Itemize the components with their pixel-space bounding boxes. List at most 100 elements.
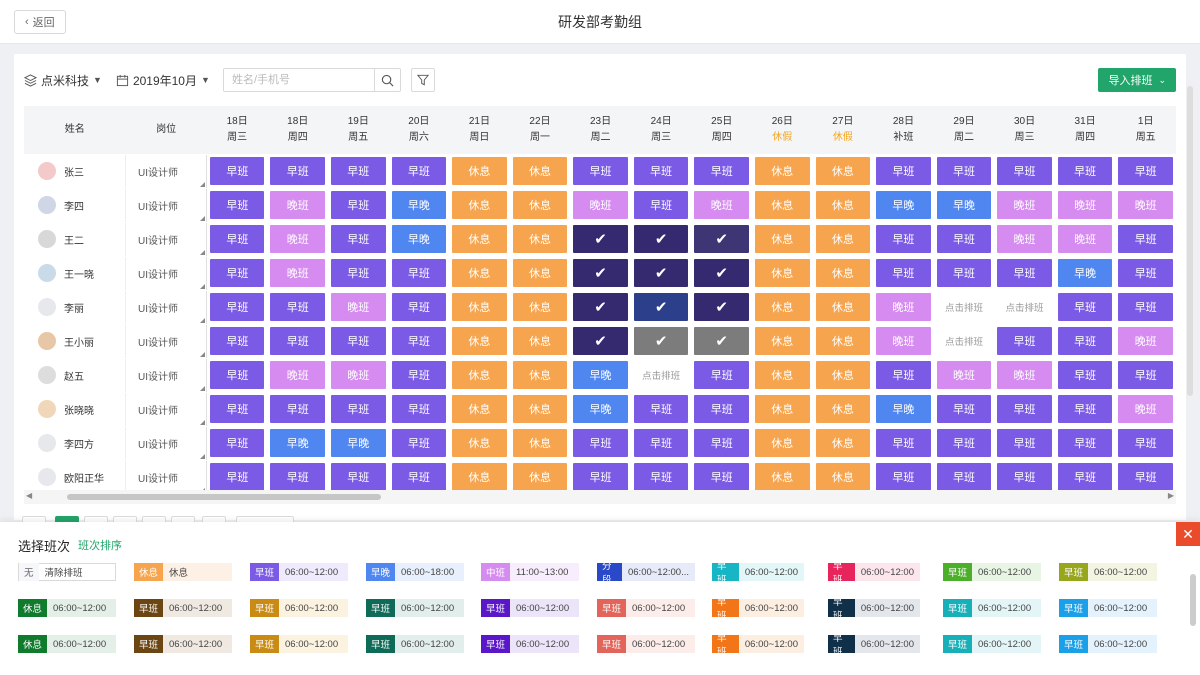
shift-cell[interactable]: 休息 bbox=[812, 154, 874, 189]
shift-tag[interactable]: 早班 bbox=[391, 395, 447, 423]
shift-cell[interactable]: 早班 bbox=[206, 222, 268, 257]
shift-tag[interactable]: 早班 bbox=[210, 361, 265, 389]
shift-tag[interactable]: 早班 bbox=[1057, 463, 1113, 491]
shift-tag[interactable]: 早班 bbox=[573, 463, 628, 491]
shift-tag[interactable]: 早班 bbox=[1118, 361, 1173, 389]
selected-shift-cell[interactable]: ✔ bbox=[573, 293, 628, 321]
shift-option[interactable]: 早班 06:00~12:00 bbox=[943, 635, 1041, 653]
shift-tag[interactable]: 早班 bbox=[391, 361, 447, 389]
shift-tag[interactable]: 早班 bbox=[573, 429, 628, 457]
shift-option[interactable]: 早班 06:00~12:00 bbox=[250, 635, 348, 653]
selected-shift-cell[interactable]: ✔ bbox=[573, 327, 628, 355]
shift-tag[interactable]: 休息 bbox=[815, 157, 871, 185]
selected-shift-cell[interactable]: ✔ bbox=[694, 259, 749, 287]
shift-cell[interactable]: 早班 bbox=[206, 324, 268, 359]
shift-cell[interactable]: 早班 bbox=[1115, 222, 1176, 257]
shift-tag[interactable]: 早班 bbox=[694, 361, 749, 389]
shift-cell[interactable]: 休息 bbox=[509, 154, 571, 189]
shift-option[interactable]: 早班 06:00~12:00 bbox=[134, 635, 232, 653]
shift-cell[interactable]: ✔ bbox=[630, 290, 692, 325]
shift-cell[interactable]: ✔ bbox=[570, 222, 631, 257]
selected-shift-cell[interactable]: ✔ bbox=[694, 293, 749, 321]
shift-tag[interactable]: 休息 bbox=[755, 361, 810, 389]
shift-option[interactable]: 早班 06:00~12:00 bbox=[943, 599, 1041, 617]
shift-tag[interactable]: 早班 bbox=[633, 157, 689, 185]
shift-cell[interactable]: 早班 bbox=[388, 426, 450, 461]
shift-tag[interactable]: 早晚 bbox=[876, 191, 931, 219]
shift-tag[interactable]: 晚班 bbox=[1057, 191, 1113, 219]
shift-tag[interactable]: 休息 bbox=[512, 191, 568, 219]
shift-cell[interactable]: ✔ bbox=[630, 256, 692, 291]
shift-tag[interactable]: 晚班 bbox=[876, 293, 931, 321]
shift-cell[interactable]: 休息 bbox=[449, 426, 510, 461]
shift-option[interactable]: 早班 06:00~12:00 bbox=[134, 599, 232, 617]
shift-cell[interactable]: 早班 bbox=[1054, 392, 1116, 427]
shift-tag[interactable]: 晚班 bbox=[331, 293, 386, 321]
shift-cell[interactable]: 晚班 bbox=[873, 290, 934, 325]
shift-sort-link[interactable]: 班次排序 bbox=[78, 537, 122, 553]
shift-tag[interactable]: 早班 bbox=[391, 429, 447, 457]
shift-tag[interactable]: 早班 bbox=[1118, 259, 1173, 287]
shift-cell[interactable]: 晚班 bbox=[933, 358, 995, 393]
shift-tag[interactable]: 早班 bbox=[210, 225, 265, 253]
shift-cell[interactable]: 早班 bbox=[994, 392, 1055, 427]
shift-cell[interactable]: 休息 bbox=[449, 290, 510, 325]
shift-cell[interactable]: 早班 bbox=[1054, 154, 1116, 189]
shift-tag[interactable]: 早班 bbox=[391, 327, 447, 355]
shift-cell[interactable]: 早班 bbox=[1115, 358, 1176, 393]
shift-tag[interactable]: 晚班 bbox=[936, 361, 992, 389]
month-selector[interactable]: 2019年10月 ▼ bbox=[116, 72, 210, 89]
shift-option[interactable]: 早班 06:00~12:00 bbox=[1059, 563, 1157, 581]
shift-tag[interactable]: 早班 bbox=[331, 259, 386, 287]
shift-option[interactable]: 休息 06:00~12:00 bbox=[18, 599, 116, 617]
shift-cell[interactable]: 晚班 bbox=[328, 290, 389, 325]
assign-shift-cell[interactable]: 点击排班 bbox=[633, 361, 689, 389]
shift-tag[interactable]: 早班 bbox=[1057, 429, 1113, 457]
company-selector[interactable]: 点米科技 ▼ bbox=[24, 72, 102, 89]
shift-tag[interactable]: 休息 bbox=[452, 395, 507, 423]
shift-cell[interactable]: 点击排班 bbox=[933, 324, 995, 359]
shift-cell[interactable]: 休息 bbox=[752, 358, 813, 393]
shift-cell[interactable]: 早班 bbox=[691, 358, 752, 393]
shift-cell[interactable]: 早晚 bbox=[570, 358, 631, 393]
selected-shift-cell[interactable]: ✔ bbox=[573, 259, 628, 287]
shift-tag[interactable]: 早晚 bbox=[270, 429, 326, 457]
shift-tag[interactable]: 休息 bbox=[452, 361, 507, 389]
shift-cell[interactable]: 早班 bbox=[388, 290, 450, 325]
shift-cell[interactable]: 早班 bbox=[1054, 290, 1116, 325]
shift-cell[interactable]: 早班 bbox=[570, 154, 631, 189]
shift-tag[interactable]: 早班 bbox=[936, 429, 992, 457]
shift-tag[interactable]: 休息 bbox=[512, 259, 568, 287]
shift-option[interactable]: 早班 06:00~12:00 bbox=[597, 599, 695, 617]
shift-option[interactable]: 分段 06:00~12:00... bbox=[597, 561, 695, 586]
shift-cell[interactable]: 早班 bbox=[994, 324, 1055, 359]
assign-shift-cell[interactable]: 点击排班 bbox=[936, 293, 992, 321]
shift-cell[interactable]: 休息 bbox=[509, 426, 571, 461]
shift-cell[interactable]: 早晚 bbox=[388, 188, 450, 223]
shift-tag[interactable]: 早班 bbox=[270, 395, 326, 423]
shift-cell[interactable]: 休息 bbox=[812, 188, 874, 223]
shift-cell[interactable]: 早班 bbox=[328, 460, 389, 495]
shift-tag[interactable]: 早班 bbox=[1118, 157, 1173, 185]
shift-cell[interactable]: 早班 bbox=[630, 426, 692, 461]
shift-cell[interactable]: 早班 bbox=[267, 154, 329, 189]
shift-tag[interactable]: 早晚 bbox=[936, 191, 992, 219]
shift-tag[interactable]: 早班 bbox=[997, 463, 1052, 491]
shift-tag[interactable]: 休息 bbox=[815, 225, 871, 253]
shift-cell[interactable]: ✔ bbox=[691, 256, 752, 291]
shift-tag[interactable]: 早班 bbox=[331, 327, 386, 355]
shift-cell[interactable]: 早班 bbox=[1054, 426, 1116, 461]
shift-cell[interactable]: 休息 bbox=[752, 460, 813, 495]
shift-tag[interactable]: 早班 bbox=[876, 225, 931, 253]
shift-tag[interactable]: 休息 bbox=[452, 327, 507, 355]
shift-cell[interactable]: 早班 bbox=[933, 222, 995, 257]
shift-tag[interactable]: 早班 bbox=[391, 293, 447, 321]
shift-option[interactable]: 休息 休息 bbox=[134, 563, 232, 581]
shift-cell[interactable]: 晚班 bbox=[267, 256, 329, 291]
shift-tag[interactable]: 休息 bbox=[512, 361, 568, 389]
shift-tag[interactable]: 早班 bbox=[694, 463, 749, 491]
shift-tag[interactable]: 早班 bbox=[876, 157, 931, 185]
shift-tag[interactable]: 休息 bbox=[815, 191, 871, 219]
shift-cell[interactable]: 休息 bbox=[812, 256, 874, 291]
shift-tag[interactable]: 休息 bbox=[452, 429, 507, 457]
